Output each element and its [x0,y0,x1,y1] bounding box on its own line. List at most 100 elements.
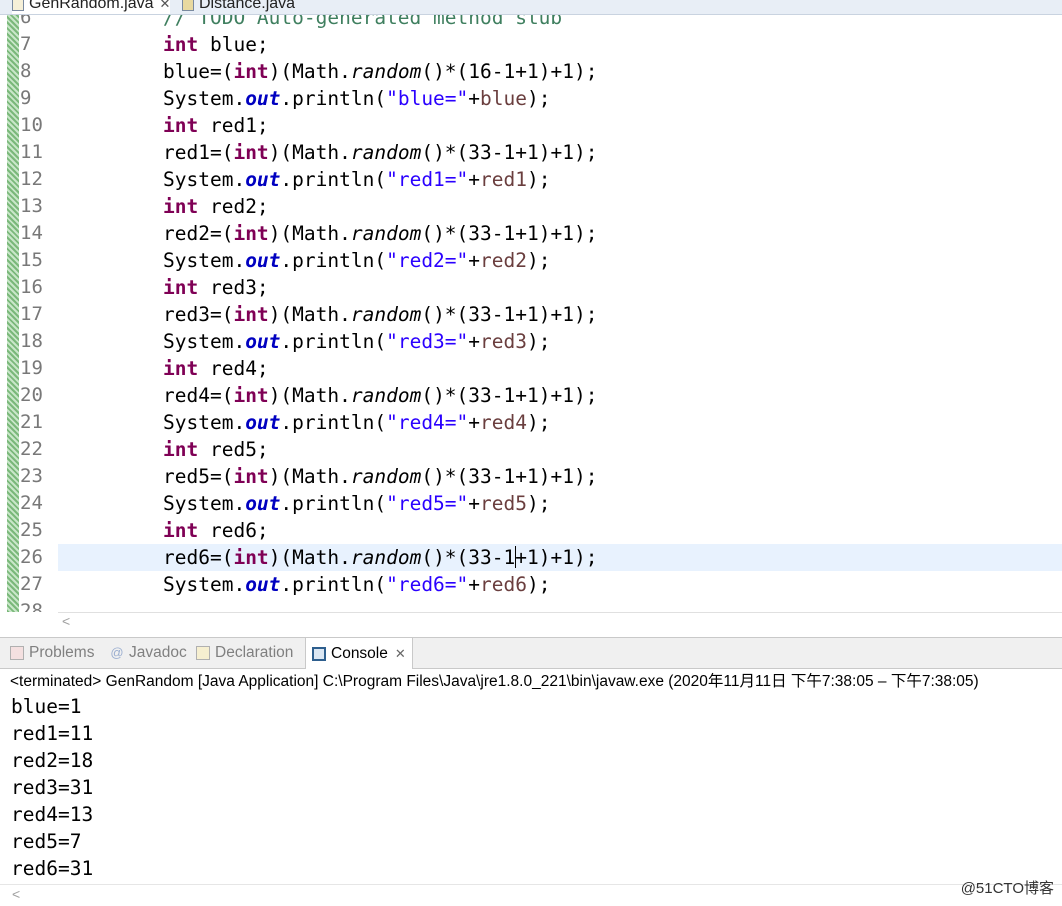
code-text: System.out.println("red2="+red2); [163,247,550,274]
tab-console[interactable]: Console ✕ [305,638,413,669]
code-line[interactable]: 11 red1=(int)(Math.random()*(33-1+1)+1); [0,139,1062,166]
code-line[interactable]: 13 int red2; [0,193,1062,220]
tab-label: Console [331,644,388,662]
watermark: @51CTO博客 [960,880,1054,897]
code-line[interactable]: 9 System.out.println("blue="+blue); [0,85,1062,112]
close-tab-icon[interactable]: ✕ [395,646,406,662]
code-line[interactable]: 22 int red5; [0,436,1062,463]
line-number: 26 [20,546,43,568]
line-number: 24 [20,492,43,514]
console-output-line: red4=13 [11,803,94,826]
code-text: System.out.println("red6="+red6); [163,571,550,598]
tab-label: Javadoc [129,644,187,661]
code-text: int red3; [163,274,269,301]
console-output[interactable]: blue=1 red1=11 red2=18 red3=31 red4=13 r… [11,693,93,882]
code-token: ()*(33-1+1)+1); [421,384,598,407]
line-number: 13 [20,195,43,217]
line-number: 21 [20,411,43,433]
console-horizontal-scrollbar[interactable]: < [0,884,1062,906]
code-token: System. [163,87,246,110]
code-token: red3=( [163,303,234,326]
code-token: blue [480,87,527,110]
code-line[interactable]: 7 int blue; [0,31,1062,58]
line-number: 11 [20,141,43,163]
code-line[interactable]: 21 System.out.println("red4="+red4); [0,409,1062,436]
line-number: 28 [20,600,43,612]
code-token: red3 [480,330,527,353]
code-line[interactable]: 18 System.out.println("red3="+red3); [0,328,1062,355]
code-token: "red6=" [386,573,469,596]
code-line[interactable]: 20 red4=(int)(Math.random()*(33-1+1)+1); [0,382,1062,409]
code-line[interactable]: 25 int red6; [0,517,1062,544]
code-line[interactable]: 8 blue=(int)(Math.random()*(16-1+1)+1); [0,58,1062,85]
code-text: red3=(int)(Math.random()*(33-1+1)+1); [163,301,597,328]
code-editor[interactable]: 6 // TODO Auto-generated method stub 7 int … [0,15,1062,612]
code-token: // TODO Auto-generated method stub [163,15,563,29]
code-token: )(Math. [268,384,351,407]
problems-icon [10,646,24,660]
code-token: random [350,384,422,407]
code-token: out [245,168,281,191]
tab-problems[interactable]: Problems [10,638,94,668]
code-text: System.out.println("red4="+red4); [163,409,550,436]
code-token: int [233,384,269,407]
close-tab-icon[interactable]: ✕ [160,0,171,12]
code-line[interactable]: 28 [0,598,1062,612]
tab-javadoc[interactable]: @ Javadoc [110,638,187,668]
code-line[interactable]: 6 // TODO Auto-generated method stub [0,15,1062,31]
code-text: // TODO Auto-generated method stub [163,15,562,31]
code-token: ()*(33-1+1)+1); [421,465,598,488]
code-line[interactable]: 12 System.out.println("red1="+red1); [0,166,1062,193]
code-token: ()*(33-1 [421,546,516,569]
editor-tab-distance[interactable]: Distance.java [182,0,295,14]
code-token: red1=( [163,141,234,164]
scroll-left-icon[interactable]: < [62,613,70,629]
code-line[interactable]: 14 red2=(int)(Math.random()*(33-1+1)+1); [0,220,1062,247]
code-token: System. [163,573,246,596]
code-line[interactable]: 23 red5=(int)(Math.random()*(33-1+1)+1); [0,463,1062,490]
code-token: "red5=" [386,492,469,515]
tab-label: Declaration [215,644,294,661]
code-text: int red6; [163,517,269,544]
code-line[interactable]: 10 int red1; [0,112,1062,139]
code-token: int [233,141,269,164]
code-token: random [350,465,422,488]
code-line[interactable]: 24 System.out.println("red5="+red5); [0,490,1062,517]
code-token: + [468,492,481,515]
code-token: int [233,546,269,569]
code-token: red2 [480,249,527,272]
code-token: red5=( [163,465,234,488]
code-token: )(Math. [268,546,351,569]
editor-tab-bar: GenRandom.java ✕ Distance.java [0,0,1062,15]
code-token: red4=( [163,384,234,407]
code-token: red1; [198,114,269,137]
tab-declaration[interactable]: Declaration [196,638,293,668]
code-line[interactable]: 15 System.out.println("red2="+red2); [0,247,1062,274]
editor-horizontal-scrollbar[interactable]: < [58,612,1062,631]
scroll-left-icon[interactable]: < [12,886,20,902]
code-token: )(Math. [268,141,351,164]
code-line[interactable]: 26 red6=(int)(Math.random()*(33-1+1)+1); [0,544,1062,571]
code-token: random [350,546,422,569]
code-text: red4=(int)(Math.random()*(33-1+1)+1); [163,382,597,409]
code-token: red4 [480,411,527,434]
code-line[interactable]: 17 red3=(int)(Math.random()*(33-1+1)+1); [0,301,1062,328]
code-token: int [233,465,269,488]
code-token: System. [163,492,246,515]
code-token: red5; [198,438,269,461]
code-line[interactable]: 16 int red3; [0,274,1062,301]
code-token: )(Math. [268,60,351,83]
line-number: 23 [20,465,43,487]
code-line[interactable]: 19 int red4; [0,355,1062,382]
code-token: "red3=" [386,330,469,353]
code-text: int red4; [163,355,269,382]
code-token: int [163,438,199,461]
code-token: .println( [280,330,387,353]
code-token: red6; [198,519,269,542]
code-line[interactable]: 27 System.out.println("red6="+red6); [0,571,1062,598]
editor-tab-genrandom[interactable]: GenRandom.java ✕ [12,0,171,14]
code-token: .println( [280,492,387,515]
code-token: ); [527,411,551,434]
view-tab-bar: Problems @ Javadoc Declaration Console ✕ [0,637,1062,669]
line-number: 8 [20,60,32,82]
